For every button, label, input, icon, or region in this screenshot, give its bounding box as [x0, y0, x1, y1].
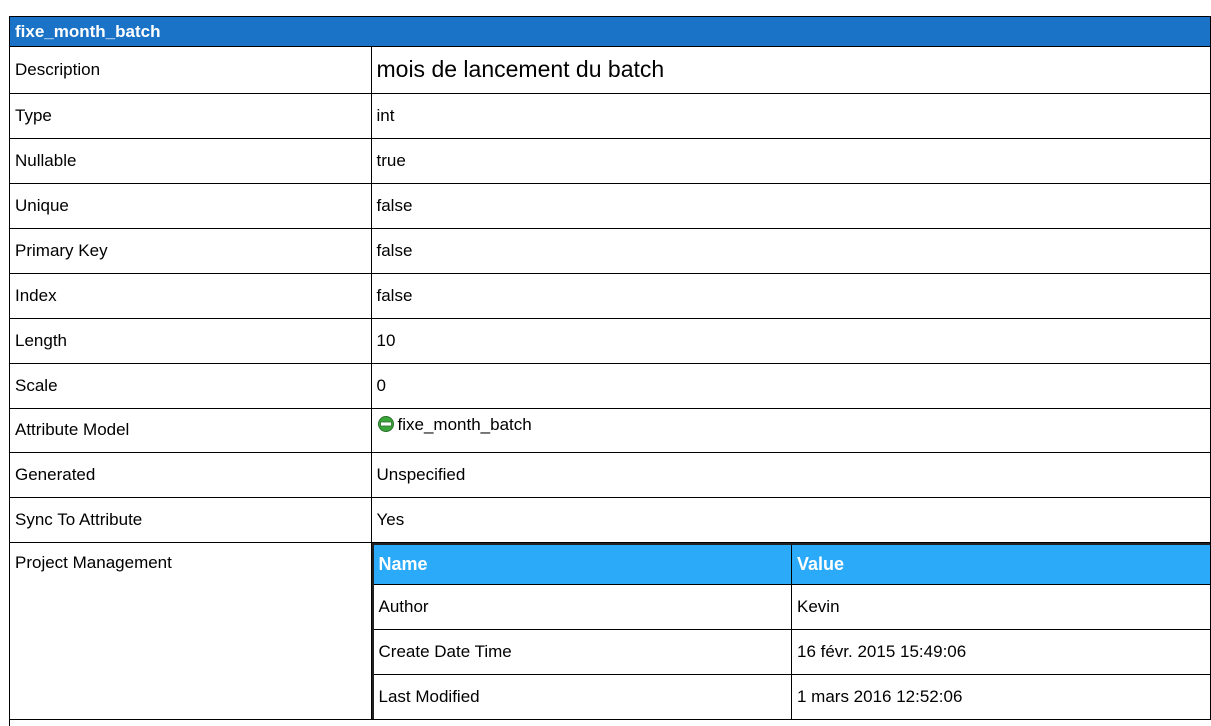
- table-row: Length 10: [10, 318, 1211, 364]
- attribute-model-link[interactable]: fixe_month_batch: [398, 415, 532, 434]
- row-label-length: Length: [10, 318, 372, 364]
- row-label-type: Type: [10, 93, 372, 139]
- pm-cell-name: Author: [372, 584, 792, 630]
- row-label-primary-key: Primary Key: [10, 228, 372, 274]
- row-label-sync-to-attribute: Sync To Attribute: [10, 497, 372, 543]
- row-value-length: 10: [371, 318, 1211, 364]
- row-value-generated: Unspecified: [371, 452, 1211, 498]
- pm-cell-value: Kevin: [791, 584, 1210, 630]
- table-title: fixe_month_batch: [10, 17, 1211, 47]
- table-row: Attribute Model fixe_month_batch: [10, 408, 1211, 453]
- row-label-index: Index: [10, 273, 372, 319]
- pm-row: Create Date Time 16 févr. 2015 15:49:06: [372, 629, 1210, 675]
- project-management-table: Name Value Author Kevin Create Date Time…: [371, 542, 1210, 718]
- row-value-scale: 0: [371, 363, 1211, 409]
- pm-row: Author Kevin: [372, 584, 1210, 630]
- table-row: Project Management Name Value Author Kev…: [10, 542, 1211, 720]
- pm-cell-name: Last Modified: [372, 674, 792, 718]
- row-value-type: int: [371, 93, 1211, 139]
- table-row: Sync To Attribute Yes: [10, 497, 1211, 543]
- table-row: Nullable true: [10, 138, 1211, 184]
- pm-cell-value: 16 févr. 2015 15:49:06: [791, 629, 1210, 675]
- pm-row: Last Modified 1 mars 2016 12:52:06: [372, 674, 1210, 718]
- row-value-attribute-model: fixe_month_batch: [371, 408, 1211, 453]
- pm-header-value: Value: [791, 543, 1210, 585]
- row-value-nullable: true: [371, 138, 1211, 184]
- row-label-attribute-model: Attribute Model: [10, 408, 372, 453]
- row-value-description: mois de lancement du batch: [371, 47, 1211, 94]
- row-value-index: false: [371, 273, 1211, 319]
- table-row: Description mois de lancement du batch: [10, 47, 1211, 94]
- table-row: Scale 0: [10, 363, 1211, 409]
- project-management-cell: Name Value Author Kevin Create Date Time…: [371, 542, 1211, 720]
- table-row: Type int: [10, 93, 1211, 139]
- properties-table: Description mois de lancement du batch T…: [10, 47, 1211, 720]
- row-label-description: Description: [10, 47, 372, 94]
- row-label-generated: Generated: [10, 452, 372, 498]
- pm-cell-value: 1 mars 2016 12:52:06: [797, 686, 963, 706]
- row-value-primary-key: false: [371, 228, 1211, 274]
- row-label-unique: Unique: [10, 183, 372, 229]
- table-row: Primary Key false: [10, 228, 1211, 274]
- property-sheet: fixe_month_batch Description mois de lan…: [9, 16, 1211, 726]
- row-label-project-management: Project Management: [10, 542, 372, 720]
- row-label-nullable: Nullable: [10, 138, 372, 184]
- pm-cell-name: Create Date Time: [372, 629, 792, 675]
- row-label-scale: Scale: [10, 363, 372, 409]
- row-value-unique: false: [371, 183, 1211, 229]
- attribute-model-icon: [377, 415, 395, 433]
- pm-header-row: Name Value: [372, 543, 1210, 585]
- pm-header-name: Name: [372, 543, 792, 585]
- row-value-sync-to-attribute: Yes: [371, 497, 1211, 543]
- table-row: Generated Unspecified: [10, 452, 1211, 498]
- table-row: Index false: [10, 273, 1211, 319]
- table-row: Unique false: [10, 183, 1211, 229]
